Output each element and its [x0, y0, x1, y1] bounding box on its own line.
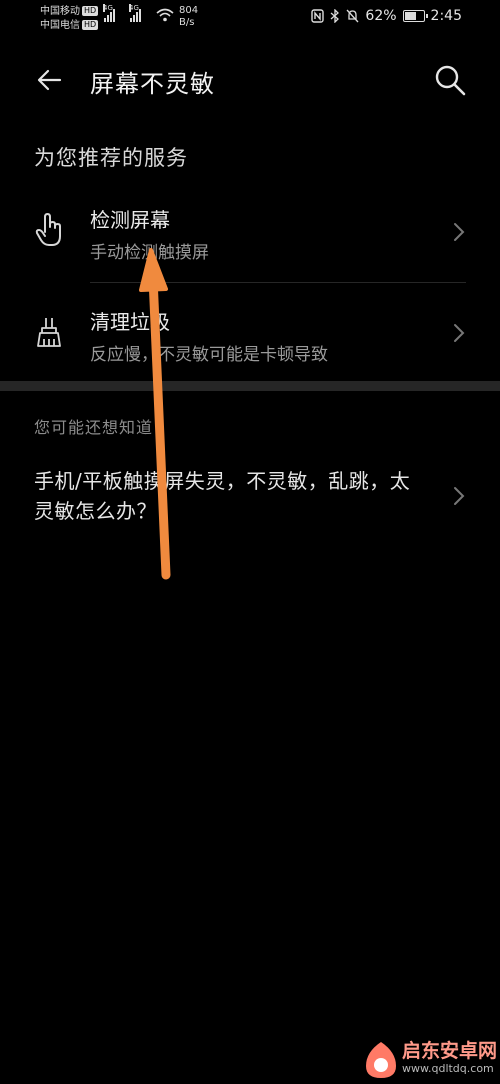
network-speed: 804 B/s [179, 5, 199, 28]
carrier-info: 中国移动 HD 中国电信 HD [40, 5, 99, 33]
touch-hand-icon [35, 213, 61, 246]
hd-badge: HD [82, 20, 99, 30]
carrier-1: 中国移动 [40, 6, 80, 17]
service-item-detect-screen[interactable]: 检测屏幕 手动检测触摸屏 [0, 196, 500, 282]
divider [90, 282, 466, 283]
service-label: 清理垃圾 [90, 310, 170, 334]
watermark-logo-icon [366, 1042, 396, 1078]
app-bar: 屏幕不灵敏 [0, 52, 500, 108]
battery-icon [402, 10, 428, 22]
broom-icon [37, 318, 61, 347]
service-label: 检测屏幕 [90, 208, 170, 232]
hd-badge: HD [82, 6, 99, 16]
recommend-section-title: 为您推荐的服务 [34, 146, 188, 170]
page-title: 屏幕不灵敏 [90, 70, 215, 98]
chevron-right-icon [454, 324, 465, 342]
mute-bell-icon [346, 9, 359, 23]
status-bar: 中国移动 HD 中国电信 HD 4G 4G 804 B/s 62% 2:45 [0, 0, 500, 36]
chevron-right-icon [454, 487, 465, 505]
signal-icon: 4G [129, 4, 141, 22]
nfc-icon [311, 9, 325, 23]
faq-question: 手机/平板触摸屏失灵，不灵敏，乱跳，太灵敏怎么办？ [34, 469, 411, 523]
watermark-text: 启东安卓网 [402, 1040, 498, 1062]
watermark: 启东安卓网 www.qdltdq.com [360, 1034, 500, 1084]
service-description: 反应慢，不灵敏可能是卡顿导致 [90, 345, 328, 365]
chevron-right-icon [454, 223, 465, 241]
search-icon[interactable] [432, 62, 468, 98]
status-right: 62% 2:45 [311, 8, 462, 24]
service-item-clean-junk[interactable]: 清理垃圾 反应慢，不灵敏可能是卡顿导致 [0, 296, 500, 376]
clock: 2:45 [430, 8, 462, 24]
carrier-2: 中国电信 [40, 20, 80, 31]
back-arrow-icon[interactable] [34, 64, 66, 96]
faq-section-title: 您可能还想知道 [34, 418, 154, 437]
section-separator [0, 381, 500, 391]
wifi-icon [156, 8, 174, 22]
signal-icon: 4G [103, 4, 115, 22]
battery-percent: 62% [365, 8, 397, 24]
watermark-url: www.qdltdq.com [402, 1062, 494, 1075]
bluetooth-icon [330, 9, 340, 23]
service-description: 手动检测触摸屏 [90, 243, 209, 263]
